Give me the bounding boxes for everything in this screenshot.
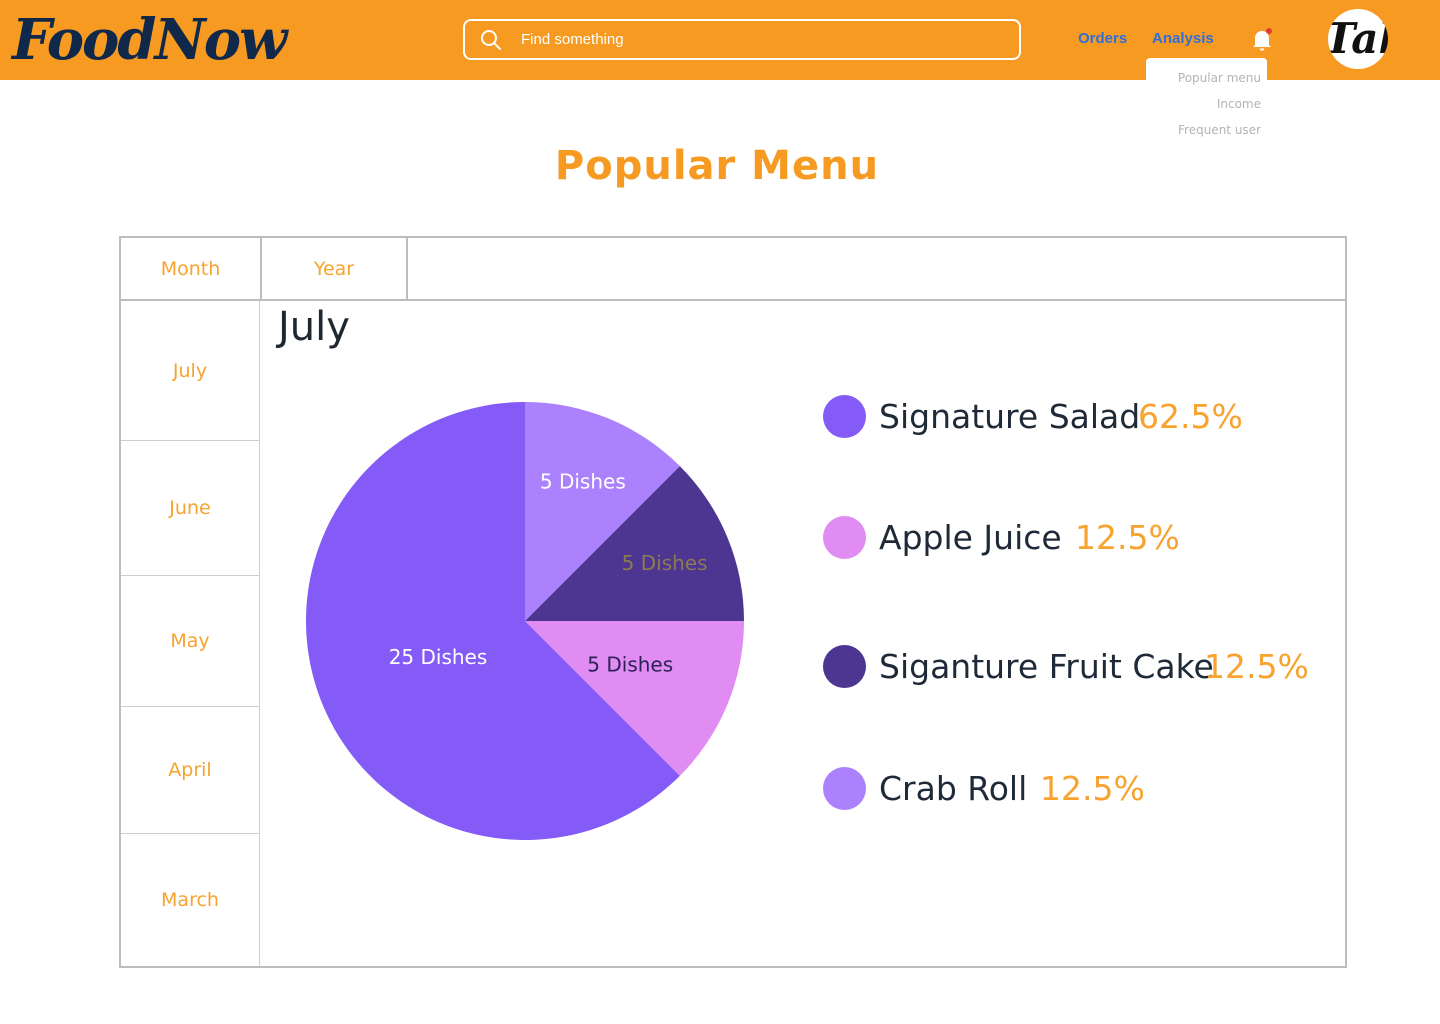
legend-label: Siganture Fruit Cake bbox=[879, 647, 1214, 686]
month-item-july[interactable]: July bbox=[121, 301, 259, 441]
legend-label: Crab Roll bbox=[879, 769, 1028, 808]
tab-year[interactable]: Year bbox=[262, 238, 406, 299]
legend-label: Apple Juice bbox=[879, 518, 1062, 557]
header-divider bbox=[121, 299, 1345, 301]
legend-swatch bbox=[823, 645, 866, 688]
month-item-may[interactable]: May bbox=[121, 576, 259, 707]
notification-bell-icon[interactable] bbox=[1250, 27, 1274, 53]
legend-swatch bbox=[823, 516, 866, 559]
app-logo[interactable]: FoodNow bbox=[12, 8, 287, 72]
selected-month-heading: July bbox=[278, 304, 350, 350]
legend-label: Signature Salad bbox=[879, 397, 1141, 436]
month-item-june[interactable]: June bbox=[121, 441, 259, 576]
pie-slice-label: 5 Dishes bbox=[540, 469, 626, 493]
month-item-april[interactable]: April bbox=[121, 707, 259, 834]
tab-month[interactable]: Month bbox=[121, 238, 260, 299]
analysis-dropdown-menu: Popular menu Income Frequent user bbox=[1146, 58, 1267, 146]
menu-item-frequent-user[interactable]: Frequent user bbox=[1178, 123, 1261, 137]
search-box[interactable] bbox=[463, 19, 1021, 60]
pie-slice-label: 5 Dishes bbox=[622, 551, 708, 575]
popular-menu-pie-chart: 5 Dishes 5 Dishes 5 Dishes 25 Dishes bbox=[305, 402, 744, 840]
search-input[interactable] bbox=[521, 21, 1001, 58]
popular-menu-panel: Month Year July June May April March Jul… bbox=[119, 236, 1347, 968]
menu-item-income[interactable]: Income bbox=[1217, 97, 1261, 111]
tab-divider bbox=[406, 238, 408, 299]
nav-orders-link[interactable]: Orders bbox=[1078, 30, 1127, 47]
legend-swatch bbox=[823, 395, 866, 438]
legend-percent: 62.5% bbox=[1138, 397, 1243, 436]
month-item-march[interactable]: March bbox=[121, 834, 259, 966]
search-icon[interactable] bbox=[480, 29, 502, 51]
legend-percent: 12.5% bbox=[1204, 647, 1309, 686]
legend-percent: 12.5% bbox=[1075, 518, 1180, 557]
legend-swatch bbox=[823, 767, 866, 810]
page-title: Popular Menu bbox=[554, 143, 880, 189]
menu-item-popular-menu[interactable]: Popular menu bbox=[1178, 71, 1261, 85]
user-avatar[interactable]: Tal bbox=[1328, 9, 1388, 69]
pie-slice-label: 25 Dishes bbox=[389, 645, 488, 669]
nav-analysis-link[interactable]: Analysis bbox=[1152, 30, 1214, 47]
sidebar-divider bbox=[259, 301, 260, 966]
pie-slice-label: 5 Dishes bbox=[587, 653, 673, 677]
legend-percent: 12.5% bbox=[1040, 769, 1145, 808]
notification-dot bbox=[1266, 28, 1272, 34]
avatar-signature: Tal bbox=[1328, 14, 1388, 63]
